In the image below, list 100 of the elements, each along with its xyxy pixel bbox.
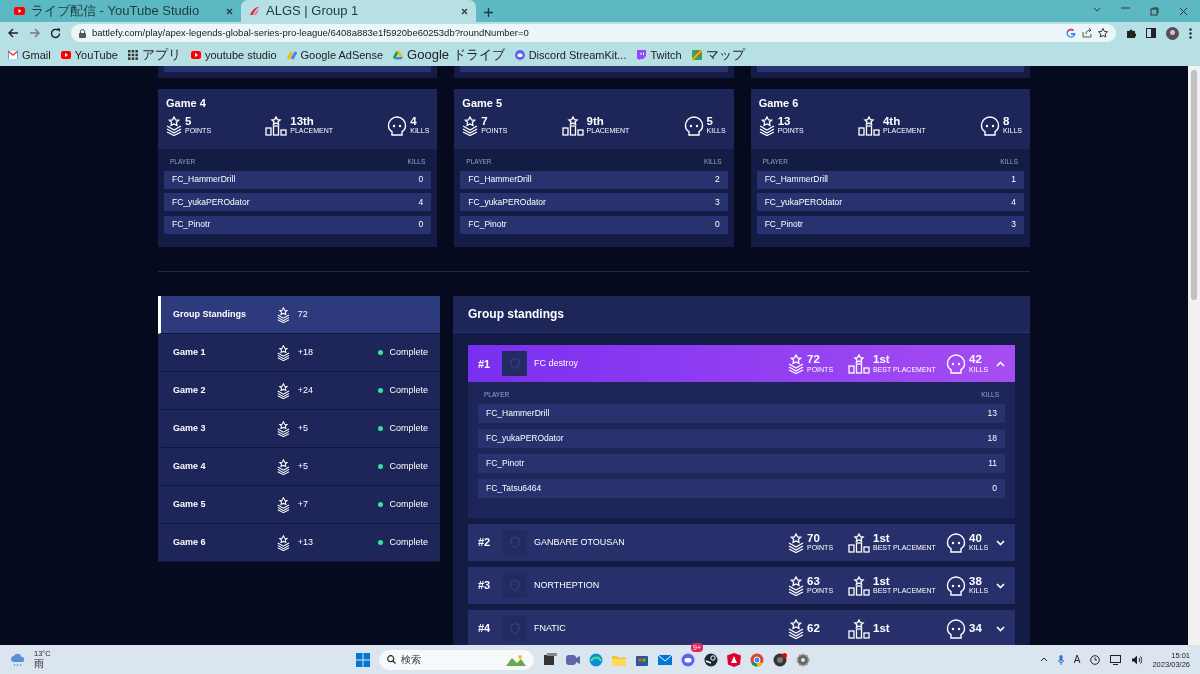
kills-value: 38	[969, 575, 983, 588]
swoosh-icon	[249, 6, 260, 16]
standings-nav-item[interactable]: Group Standings 72	[158, 296, 440, 335]
standings-nav-item[interactable]: Game 1 +18 Complete	[158, 334, 440, 373]
menu-icon[interactable]	[1189, 27, 1192, 39]
skull-icon	[946, 618, 966, 639]
kill-count: 3	[1011, 218, 1016, 232]
kills-value: 34	[969, 622, 982, 635]
standings-nav-item[interactable]: Game 4 +5 Complete	[158, 448, 440, 487]
game-title: Game 6	[758, 96, 800, 111]
bookmark[interactable]: Google ドライブ	[393, 45, 505, 65]
microphone-icon[interactable]	[1057, 654, 1064, 665]
reload-icon[interactable]	[50, 27, 61, 39]
monitor-icon[interactable]	[1110, 654, 1122, 665]
chevron-down-icon[interactable]	[1093, 6, 1101, 12]
close-icon[interactable]	[1179, 6, 1188, 16]
kill-count: 0	[992, 482, 997, 495]
search-field[interactable]: 検索	[379, 649, 534, 670]
bookmark[interactable]: マップ	[691, 45, 745, 65]
bookmark[interactable]: Google AdSense	[286, 46, 384, 64]
placement-value: 13th	[290, 115, 315, 128]
points-value: 5	[185, 115, 193, 128]
speaker-icon[interactable]	[1131, 654, 1143, 665]
shield-icon[interactable]	[727, 652, 741, 667]
podium-icon	[848, 618, 870, 639]
avatar-icon[interactable]	[1166, 26, 1179, 40]
game-controller-icon[interactable]	[681, 653, 695, 668]
standings-nav-item[interactable]: Game 3 +5 Complete	[158, 410, 440, 449]
bookmark[interactable]: Twitch	[636, 46, 682, 64]
start-icon[interactable]	[356, 652, 370, 667]
sidebar-icon[interactable]	[1146, 28, 1156, 38]
apps-grid-icon	[127, 50, 138, 60]
scrollbar[interactable]	[1188, 66, 1200, 645]
points-value: 7	[481, 115, 489, 128]
g-logo-icon[interactable]	[1066, 28, 1076, 38]
cloud-rain-icon[interactable]	[10, 652, 26, 667]
player-name: FC_Pinotr	[764, 218, 803, 232]
points-icon	[277, 344, 290, 361]
placement-value: 1st	[873, 532, 891, 545]
points-value: +5	[297, 460, 309, 473]
chat-icon	[636, 50, 647, 60]
points-icon	[277, 458, 290, 475]
chrome-icon[interactable]	[750, 652, 764, 667]
status-text: Complete	[389, 460, 428, 473]
standings-nav-item[interactable]: Game 5 +7 Complete	[158, 486, 440, 525]
shield-icon	[509, 623, 520, 634]
new-tab-icon[interactable]	[484, 8, 493, 17]
steam-icon[interactable]	[704, 652, 718, 667]
task-view-icon[interactable]	[543, 652, 557, 667]
record-icon[interactable]	[773, 652, 787, 667]
kill-count: 1	[1011, 173, 1016, 187]
restore-icon[interactable]	[1150, 6, 1159, 16]
team-rank: #1	[478, 356, 492, 372]
standings-nav-item[interactable]: Game 2 +24 Complete	[158, 372, 440, 411]
bookmark[interactable]: アプリ	[127, 45, 181, 65]
play-icon	[14, 7, 25, 15]
star-icon[interactable]	[1098, 28, 1108, 38]
team-row[interactable]: #4 FNATIC 62 1st 34	[468, 610, 1015, 645]
triangle-icon	[393, 50, 404, 60]
clock-icon[interactable]	[1090, 654, 1101, 665]
ime-indicator[interactable]: A	[1073, 652, 1081, 667]
placement-value: 1st	[873, 622, 890, 635]
back-icon[interactable]	[8, 28, 19, 38]
player-name: FC_HammerDrill	[468, 173, 532, 187]
camera-icon[interactable]	[566, 652, 580, 667]
forward-icon[interactable]	[29, 28, 40, 38]
player-name: FC_HammerDrill	[764, 173, 828, 187]
points-icon	[758, 115, 775, 136]
bookmark[interactable]: youtube studio	[190, 46, 277, 64]
bookmark[interactable]: Gmail	[8, 46, 51, 64]
kills-value: 5	[706, 115, 714, 128]
player-name: FC_Pinotr	[486, 457, 525, 470]
browser-tab[interactable]: ALGS | Group 1	[241, 0, 476, 22]
puzzle-icon[interactable]	[1126, 28, 1136, 38]
bookmark[interactable]: YouTube	[60, 46, 118, 64]
browser-tab[interactable]: ライブ配信 - YouTube Studio	[6, 0, 241, 22]
points-icon	[277, 420, 290, 437]
points-value: 72	[297, 308, 308, 321]
map-pin-icon	[691, 50, 702, 60]
share-icon[interactable]	[1082, 28, 1092, 38]
close-icon[interactable]	[226, 7, 233, 15]
bookmark[interactable]: Discord StreamKit...	[514, 46, 627, 64]
podium-icon	[848, 353, 870, 374]
points-value: +5	[297, 422, 309, 435]
points-icon	[788, 618, 804, 639]
address-bar[interactable]: battlefy.com/play/apex-legends-global-series-pro-league/6408a883e1f5920be60253db?roundNumber=0	[71, 24, 1116, 42]
player-name: FC_yukaPEROdator	[764, 195, 843, 209]
chevron-up-icon[interactable]	[1039, 657, 1048, 662]
close-icon[interactable]	[461, 7, 468, 15]
team-name: FC destroy	[534, 357, 579, 370]
standings-nav-item[interactable]: Game 6 +13 Complete	[158, 524, 440, 563]
bars-icon	[286, 50, 297, 60]
team-name: NORTHEPTION	[534, 578, 601, 592]
mail-icon[interactable]	[658, 652, 672, 667]
player-name: FC_yukaPEROdator	[172, 195, 250, 209]
placement-value: 1st	[873, 575, 891, 588]
globe-icon[interactable]	[589, 652, 603, 667]
points-icon	[277, 306, 290, 323]
settings-icon[interactable]	[796, 652, 810, 667]
mail-icon	[8, 50, 18, 60]
